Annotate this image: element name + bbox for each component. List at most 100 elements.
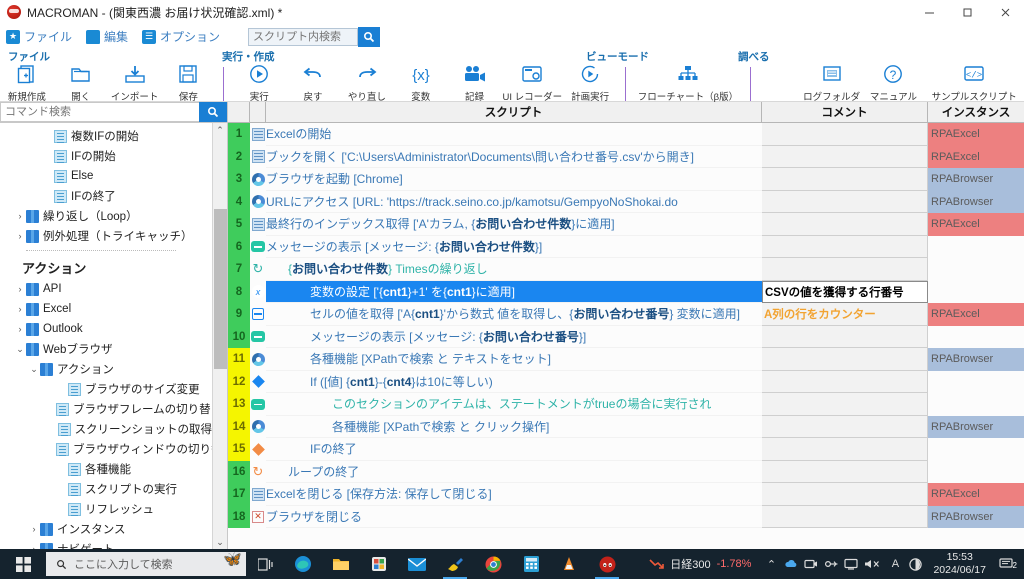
script-row[interactable]: 3 ブラウザを起動 [Chrome] RPABrowser bbox=[228, 168, 1024, 191]
row-comment-cell[interactable] bbox=[762, 483, 928, 506]
tree-node--[interactable]: リフレッシュ bbox=[0, 499, 212, 519]
script-row[interactable]: 10 メッセージの表示 [メッセージ: {お問い合わせ番号}] bbox=[228, 325, 1024, 349]
vlc-icon[interactable] bbox=[550, 549, 588, 579]
windows-start-icon[interactable] bbox=[0, 549, 46, 579]
script-row[interactable]: 2 ブックを開く ['C:\Users\Administrator\Documen… bbox=[228, 145, 1024, 168]
notification-icon[interactable]: 2 bbox=[994, 557, 1018, 571]
chevron-right-icon[interactable]: › bbox=[14, 284, 26, 294]
chevron-right-icon[interactable]: › bbox=[14, 324, 26, 334]
script-search-input[interactable] bbox=[248, 27, 359, 46]
row-comment-cell[interactable] bbox=[762, 348, 928, 371]
script-row[interactable]: 18 ✕ ブラウザを閉じる RPABrowser bbox=[228, 505, 1024, 528]
row-script-cell[interactable]: ループの終了 bbox=[266, 461, 762, 483]
row-script-cell[interactable]: 各種機能 [XPathで検索 と テキストをセット] bbox=[266, 348, 762, 371]
tree-node--[interactable]: スクリーンショットの取得 bbox=[0, 419, 212, 439]
row-instance-cell[interactable] bbox=[928, 236, 1024, 259]
row-script-cell[interactable]: Excelの開始 bbox=[266, 123, 762, 146]
record-button[interactable]: 記録 bbox=[448, 58, 502, 110]
row-comment-cell[interactable]: A列の行をカウンター bbox=[762, 303, 928, 326]
save-button[interactable]: 保存 bbox=[161, 58, 215, 110]
file-explorer-icon[interactable] bbox=[322, 549, 360, 579]
script-row[interactable]: 14 各種機能 [XPathで検索 と クリック操作] RPABrowser bbox=[228, 415, 1024, 438]
scroll-down-icon[interactable]: ⌄ bbox=[216, 535, 224, 549]
tree-node-else[interactable]: Else bbox=[0, 166, 212, 186]
macroman-icon[interactable] bbox=[588, 549, 626, 579]
tree-node--loop-[interactable]: › 繰り返し（Loop） bbox=[0, 206, 212, 226]
search-icon[interactable] bbox=[358, 26, 381, 47]
script-row[interactable]: 4 URLにアクセス [URL: 'https://track.seino.co.… bbox=[228, 190, 1024, 213]
scrollbar-track[interactable] bbox=[213, 137, 227, 535]
tree-node--[interactable]: スクリプトの実行 bbox=[0, 479, 212, 499]
script-row[interactable]: 1 Excelの開始 RPAExcel bbox=[228, 123, 1024, 146]
row-comment-cell[interactable] bbox=[762, 235, 928, 258]
row-comment-cell[interactable] bbox=[762, 393, 928, 416]
script-row[interactable]: 8x変数の設定 ['{cnt1}+1' を{cnt1}に適用]変数の設定 ['{… bbox=[228, 280, 1024, 303]
task-view-icon[interactable] bbox=[246, 549, 284, 579]
tree-node--[interactable]: › インスタンス bbox=[0, 519, 212, 539]
row-comment-cell[interactable] bbox=[762, 370, 928, 393]
row-instance-cell[interactable] bbox=[928, 393, 1024, 416]
chevron-right-icon[interactable]: › bbox=[14, 304, 26, 314]
volume-mute-icon[interactable] bbox=[861, 558, 885, 570]
row-script-cell[interactable]: Excelを閉じる [保存方法: 保存して閉じる] bbox=[266, 483, 762, 506]
sidebar-scrollbar[interactable]: ⌃ ⌄ bbox=[212, 123, 227, 549]
network-icon[interactable] bbox=[821, 558, 841, 570]
script-row[interactable]: 17 Excelを閉じる [保存方法: 保存して閉じる] RPAExcel bbox=[228, 483, 1024, 506]
row-comment-cell[interactable] bbox=[762, 438, 928, 461]
tree-node--if-[interactable]: 複数IFの開始 bbox=[0, 126, 212, 146]
script-row[interactable]: 5 最終行のインデックス取得 ['A'カラム, {お問い合わせ件数}に適用] RPA… bbox=[228, 213, 1024, 236]
chevron-down-icon[interactable]: ⌄ bbox=[28, 364, 40, 375]
ime-mode-icon[interactable]: A bbox=[885, 558, 905, 570]
row-instance-cell[interactable]: RPAExcel bbox=[928, 303, 1024, 326]
row-comment-cell[interactable] bbox=[762, 213, 928, 236]
row-comment-cell[interactable] bbox=[762, 258, 928, 281]
chevron-right-icon[interactable]: › bbox=[14, 211, 26, 221]
script-row[interactable]: 7 ↻ {お問い合わせ件数} Timesの繰り返し bbox=[228, 258, 1024, 281]
row-instance-cell[interactable]: RPAExcel bbox=[928, 483, 1024, 506]
script-row[interactable]: 13 このセクションのアイテムは、ステートメントがtrueの場合に実行され bbox=[228, 393, 1024, 416]
close-button[interactable] bbox=[986, 0, 1024, 25]
tree-node-web-[interactable]: ⌄ Webブラウザ bbox=[0, 339, 212, 359]
monitor-icon[interactable] bbox=[841, 558, 861, 570]
calculator-icon[interactable] bbox=[512, 549, 550, 579]
row-instance-cell[interactable]: RPABrowser bbox=[928, 190, 1024, 213]
ime-kana-icon[interactable] bbox=[905, 557, 925, 571]
tree-node--[interactable]: ブラウザのサイズ変更 bbox=[0, 379, 212, 399]
row-instance-cell[interactable] bbox=[928, 258, 1024, 281]
row-comment-cell[interactable] bbox=[762, 145, 928, 168]
redo-button[interactable]: やり直し bbox=[340, 58, 394, 110]
camera-icon[interactable] bbox=[801, 558, 821, 570]
row-script-cell[interactable]: 変数の設定 ['{cnt1}+1' を{cnt1}に適用]変数の設定 ['{cn… bbox=[266, 280, 762, 303]
row-script-cell[interactable]: If ([値] {cnt1}-{cnt4}は10に等しい) bbox=[266, 371, 762, 393]
mail-icon[interactable] bbox=[398, 549, 436, 579]
row-script-cell[interactable]: ブックを開く ['C:\Users\Administrator\Document… bbox=[266, 146, 762, 168]
row-comment-cell[interactable] bbox=[762, 123, 928, 146]
row-instance-cell[interactable]: RPABrowser bbox=[928, 168, 1024, 191]
row-instance-cell[interactable]: RPAExcel bbox=[928, 145, 1024, 168]
row-comment-cell[interactable] bbox=[762, 505, 928, 528]
new-file-button[interactable]: 新規作成 bbox=[0, 58, 54, 110]
onedrive-icon[interactable] bbox=[781, 558, 801, 570]
row-instance-cell[interactable] bbox=[928, 326, 1024, 349]
store-icon[interactable] bbox=[360, 549, 398, 579]
row-comment-cell[interactable]: CSVの値を獲得する行番号 bbox=[762, 280, 928, 303]
tree-node-api[interactable]: › API bbox=[0, 279, 212, 299]
row-instance-cell[interactable]: RPABrowser bbox=[928, 505, 1024, 528]
menu-item-options[interactable]: ☰ オプション bbox=[142, 28, 220, 45]
maximize-button[interactable] bbox=[948, 0, 986, 25]
ui-recorder-button[interactable]: UI レコーダー bbox=[501, 58, 563, 110]
show-hidden-icons[interactable]: ⌃ bbox=[761, 558, 781, 571]
script-row[interactable]: 12 If ([値] {cnt1}-{cnt4}は10に等しい) bbox=[228, 370, 1024, 393]
row-script-cell[interactable]: ブラウザを起動 [Chrome] bbox=[266, 168, 762, 191]
row-script-cell[interactable]: ブラウザを閉じる bbox=[266, 506, 762, 528]
row-comment-cell[interactable] bbox=[762, 325, 928, 348]
script-row[interactable]: 9 セルの値を取得 ['A{cnt1}'から数式 値を取得し、{お問い合わせ番号}… bbox=[228, 303, 1024, 326]
row-instance-cell[interactable] bbox=[928, 461, 1024, 484]
tree-node--[interactable]: ブラウザフレームの切り替え bbox=[0, 399, 212, 419]
run-button[interactable]: 実行 bbox=[232, 58, 286, 110]
manual-button[interactable]: ? マニュアル bbox=[863, 58, 925, 110]
row-script-cell[interactable]: メッセージの表示 [メッセージ: {お問い合わせ番号}] bbox=[266, 326, 762, 348]
row-instance-cell[interactable]: RPABrowser bbox=[928, 348, 1024, 371]
row-script-cell[interactable]: メッセージの表示 [メッセージ: {お問い合わせ件数}] bbox=[266, 236, 762, 258]
row-script-cell[interactable]: {お問い合わせ件数} Timesの繰り返し bbox=[266, 258, 762, 281]
